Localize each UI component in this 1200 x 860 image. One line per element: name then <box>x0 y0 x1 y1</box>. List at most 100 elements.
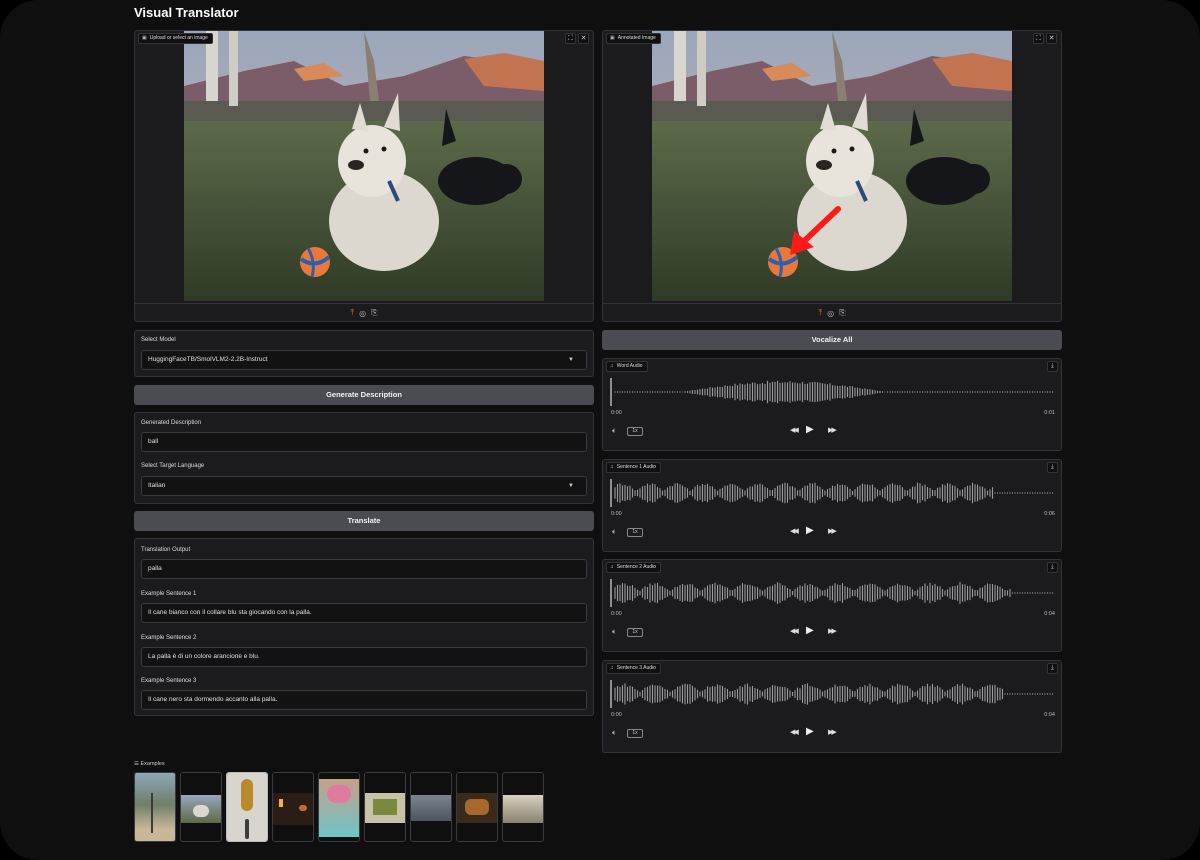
play-icon[interactable]: ▶ <box>806 424 814 435</box>
volume-icon[interactable]: 🔈︎ <box>612 426 617 436</box>
example-thumbnail[interactable] <box>364 772 406 842</box>
example-sentence-3-field[interactable]: Il cane nero sta dormendo accanto alla p… <box>141 690 587 710</box>
sentence-1-audio-label: ♫ Sentence 1 Audio <box>606 462 661 473</box>
annotated-panel-actions: ⛶ ✕ <box>1033 33 1057 44</box>
download-icon[interactable]: ⤓ <box>1047 663 1058 674</box>
sentence-1-audio-player: ♫ Sentence 1 Audio ⤓ 0:00 0:06 🔈︎ 1x ◀◀ ▶… <box>602 459 1062 552</box>
sentence-1-audio-waveform[interactable] <box>609 478 1057 508</box>
model-dropdown[interactable]: HuggingFaceTB/SmolVLM2-2.2B-Instruct ▼ <box>141 350 587 370</box>
webcam-icon[interactable]: ◎ <box>359 309 366 318</box>
translation-output-field[interactable]: palla <box>141 559 587 579</box>
close-icon[interactable]: ✕ <box>578 33 589 44</box>
playback-rate-button[interactable]: 1x <box>627 427 643 436</box>
play-icon[interactable]: ▶ <box>806 625 814 636</box>
rewind-icon[interactable]: ◀◀ <box>790 527 799 535</box>
audio-current-time: 0:00 <box>611 712 622 718</box>
description-label: Generated Description <box>141 420 202 426</box>
word-audio-waveform[interactable] <box>609 377 1057 407</box>
target-language-dropdown[interactable]: Italian ▼ <box>141 476 587 496</box>
upload-panel-actions: ⛶ ✕ <box>565 33 589 44</box>
example-thumbnail[interactable] <box>226 772 268 842</box>
audio-current-time: 0:00 <box>611 611 622 617</box>
playback-rate-button[interactable]: 1x <box>627 528 643 537</box>
music-note-icon: ♫ <box>610 464 614 470</box>
example-thumbnail[interactable] <box>456 772 498 842</box>
description-panel: Generated Description ball Select Target… <box>134 412 594 504</box>
rewind-icon[interactable]: ◀◀ <box>790 627 799 635</box>
fast-forward-icon[interactable]: ▶▶ <box>828 426 837 434</box>
example-thumbnail[interactable] <box>318 772 360 842</box>
playback-rate-button[interactable]: 1x <box>627 729 643 738</box>
close-icon[interactable]: ✕ <box>1046 33 1057 44</box>
audio-current-time: 0:00 <box>611 410 622 416</box>
vocalize-all-button[interactable]: Vocalize All <box>602 330 1062 350</box>
image-icon: ▣ <box>610 35 615 41</box>
dog-photo <box>184 31 544 301</box>
translate-button[interactable]: Translate <box>134 511 594 531</box>
example-thumbnail[interactable] <box>134 772 176 842</box>
example-thumbnail[interactable] <box>410 772 452 842</box>
sentence-2-audio-label: ♫ Sentence 2 Audio <box>606 562 661 573</box>
fast-forward-icon[interactable]: ▶▶ <box>828 527 837 535</box>
upload-icon[interactable]: ⤒ <box>351 308 355 318</box>
audio-duration: 0:01 <box>1044 410 1055 416</box>
download-icon[interactable]: ⤓ <box>1047 462 1058 473</box>
target-language-label: Select Target Language <box>141 463 205 469</box>
annotated-image-panel: ▣ Annotated Image ⛶ ✕ ⤒ ◎ ⎘ <box>602 30 1062 322</box>
music-note-icon: ♫ <box>610 363 614 369</box>
play-icon[interactable]: ▶ <box>806 525 814 536</box>
annotated-dog-photo <box>652 31 1012 301</box>
target-language-value: Italian <box>148 482 166 489</box>
fast-forward-icon[interactable]: ▶▶ <box>828 627 837 635</box>
app-title: Visual Translator <box>134 5 239 20</box>
upload-panel-label: ▣ Upload or select an image <box>138 33 213 44</box>
fast-forward-icon[interactable]: ▶▶ <box>828 728 837 736</box>
chevron-down-icon: ▼ <box>568 357 574 363</box>
volume-icon[interactable]: 🔈︎ <box>612 627 617 637</box>
webcam-icon[interactable]: ◎ <box>827 309 834 318</box>
description-field[interactable]: ball <box>141 432 587 452</box>
model-select-panel: Select Model HuggingFaceTB/SmolVLM2-2.2B… <box>134 330 594 377</box>
fullscreen-icon[interactable]: ⛶ <box>565 33 576 44</box>
rewind-icon[interactable]: ◀◀ <box>790 728 799 736</box>
audio-duration: 0:06 <box>1044 511 1055 517</box>
model-dropdown-value: HuggingFaceTB/SmolVLM2-2.2B-Instruct <box>148 356 268 363</box>
clipboard-icon[interactable]: ⎘ <box>839 308 845 318</box>
download-icon[interactable]: ⤓ <box>1047 361 1058 372</box>
example-sentence-1-field[interactable]: Il cane bianco con il collare blu sta gi… <box>141 603 587 623</box>
example-sentence-2-field[interactable]: La palla è di un colore arancione e blu. <box>141 647 587 667</box>
translation-panel: Translation Output palla Example Sentenc… <box>134 538 594 716</box>
download-icon[interactable]: ⤓ <box>1047 562 1058 573</box>
annotated-panel-label: ▣ Annotated Image <box>606 33 661 44</box>
example-thumbnail[interactable] <box>502 772 544 842</box>
example-sentence-1-label: Example Sentence 1 <box>141 591 197 597</box>
chevron-down-icon: ▼ <box>568 483 574 489</box>
list-icon: ☰ <box>134 761 139 767</box>
play-icon[interactable]: ▶ <box>806 726 814 737</box>
generate-description-button[interactable]: Generate Description <box>134 385 594 405</box>
playback-rate-button[interactable]: 1x <box>627 628 643 637</box>
app-window: Visual Translator ▣ Upload or select an … <box>0 0 1200 860</box>
image-icon: ▣ <box>142 35 147 41</box>
sentence-3-audio-label: ♫ Sentence 3 Audio <box>606 663 661 674</box>
music-note-icon: ♫ <box>610 665 614 671</box>
upload-icon[interactable]: ⤒ <box>819 308 823 318</box>
image-source-toolbar: ⤒ ◎ ⎘ <box>135 303 593 322</box>
example-sentence-2-label: Example Sentence 2 <box>141 635 197 641</box>
audio-controls: 🔈︎ 1x ◀◀ ▶ ▶▶ <box>603 726 1061 741</box>
example-thumbnail[interactable] <box>272 772 314 842</box>
clipboard-icon[interactable]: ⎘ <box>371 308 377 318</box>
upload-image-panel[interactable]: ▣ Upload or select an image ⛶ ✕ ⤒ ◎ ⎘ <box>134 30 594 322</box>
sentence-3-audio-waveform[interactable] <box>609 679 1057 709</box>
audio-duration: 0:04 <box>1044 712 1055 718</box>
volume-icon[interactable]: 🔈︎ <box>612 527 617 537</box>
audio-controls: 🔈︎ 1x ◀◀ ▶ ▶▶ <box>603 525 1061 540</box>
sentence-2-audio-waveform[interactable] <box>609 578 1057 608</box>
fullscreen-icon[interactable]: ⛶ <box>1033 33 1044 44</box>
annotated-image <box>652 31 1012 301</box>
audio-controls: 🔈︎ 1x ◀◀ ▶ ▶▶ <box>603 625 1061 640</box>
example-thumbnail[interactable] <box>180 772 222 842</box>
rewind-icon[interactable]: ◀◀ <box>790 426 799 434</box>
volume-icon[interactable]: 🔈︎ <box>612 728 617 738</box>
translation-output-label: Translation Output <box>141 547 191 553</box>
